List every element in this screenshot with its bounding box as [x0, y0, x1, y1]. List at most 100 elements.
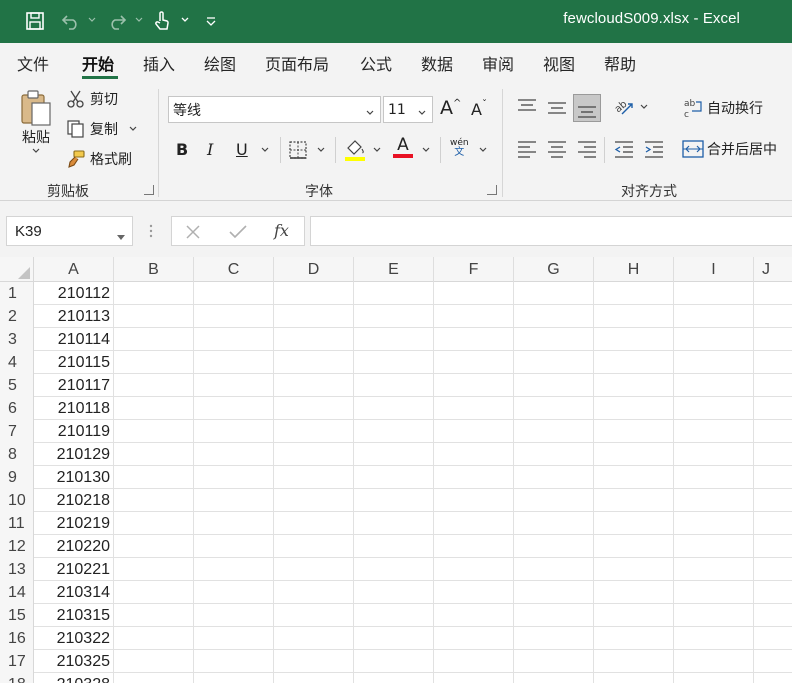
insert-function-button[interactable]: fx — [274, 221, 289, 240]
copy-button[interactable]: 复制 — [66, 119, 138, 139]
cell-a[interactable]: 210119 — [34, 420, 114, 443]
top-align-button[interactable] — [516, 97, 538, 117]
row-header[interactable]: 15 — [0, 604, 34, 627]
select-all-button[interactable] — [0, 257, 34, 282]
tab-data[interactable]: 数据 — [421, 51, 453, 75]
cell-a[interactable]: 210113 — [34, 305, 114, 328]
tab-file[interactable]: 文件 — [17, 51, 49, 75]
underline-button[interactable]: U — [236, 140, 248, 159]
cut-button[interactable]: 剪切 — [66, 89, 118, 109]
paste-button[interactable]: 粘贴 — [14, 89, 58, 155]
cell-a[interactable]: 210129 — [34, 443, 114, 466]
cell-a[interactable]: 210114 — [34, 328, 114, 351]
tab-insert[interactable]: 插入 — [143, 51, 175, 75]
cell-a[interactable]: 210314 — [34, 581, 114, 604]
align-right-button[interactable] — [576, 139, 598, 159]
tab-draw[interactable]: 绘图 — [204, 51, 236, 75]
merge-center-button[interactable]: 合并后居中 — [682, 139, 777, 159]
borders-button[interactable] — [288, 140, 308, 160]
column-header-d[interactable]: D — [274, 257, 354, 282]
formula-input[interactable] — [310, 216, 792, 246]
tab-review[interactable]: 审阅 — [482, 51, 514, 75]
row-header[interactable]: 12 — [0, 535, 34, 558]
row-header[interactable]: 9 — [0, 466, 34, 489]
cell-a[interactable]: 210115 — [34, 351, 114, 374]
row-header[interactable]: 10 — [0, 489, 34, 512]
touch-mode-icon[interactable] — [150, 9, 174, 33]
tab-help[interactable]: 帮助 — [604, 51, 636, 75]
increase-indent-button[interactable] — [643, 139, 665, 159]
column-header-h[interactable]: H — [594, 257, 674, 282]
underline-dropdown-icon[interactable] — [260, 146, 270, 154]
cell-a[interactable]: 210315 — [34, 604, 114, 627]
touch-mode-dropdown-icon[interactable] — [180, 14, 190, 28]
wrap-text-button[interactable]: ab c 自动换行 — [684, 97, 763, 119]
cell-a[interactable]: 210328 — [34, 673, 114, 683]
row-header[interactable]: 14 — [0, 581, 34, 604]
row-header[interactable]: 3 — [0, 328, 34, 351]
format-painter-button[interactable]: 格式刷 — [66, 149, 132, 169]
phonetic-dropdown-icon[interactable] — [478, 146, 488, 154]
row-header[interactable]: 18 — [0, 673, 34, 683]
column-header-c[interactable]: C — [194, 257, 274, 282]
column-header-g[interactable]: G — [514, 257, 594, 282]
row-header[interactable]: 16 — [0, 627, 34, 650]
tab-formulas[interactable]: 公式 — [360, 51, 392, 75]
row-header[interactable]: 7 — [0, 420, 34, 443]
cell-a[interactable]: 210220 — [34, 535, 114, 558]
paste-dropdown-icon[interactable] — [31, 147, 41, 155]
cell-a[interactable]: 210117 — [34, 374, 114, 397]
bottom-align-button[interactable] — [573, 94, 601, 122]
font-size-dropdown-icon[interactable] — [417, 105, 427, 121]
row-header[interactable]: 17 — [0, 650, 34, 673]
spreadsheet-grid[interactable]: A B C D E F G H I J 1 210112 2 210113 3 21011… — [0, 257, 792, 683]
row-header[interactable]: 11 — [0, 512, 34, 535]
customize-icon[interactable] — [202, 9, 220, 33]
cell-a[interactable]: 210322 — [34, 627, 114, 650]
cell-a[interactable]: 210218 — [34, 489, 114, 512]
column-header-e[interactable]: E — [354, 257, 434, 282]
copy-dropdown-icon[interactable] — [128, 125, 138, 133]
column-header-b[interactable]: B — [114, 257, 194, 282]
orientation-button[interactable]: ab — [612, 96, 649, 118]
row-header[interactable]: 4 — [0, 351, 34, 374]
row-header[interactable]: 8 — [0, 443, 34, 466]
phonetic-guide-button[interactable]: wén 文 — [450, 138, 469, 158]
fill-color-button[interactable] — [344, 138, 366, 162]
font-color-dropdown-icon[interactable] — [421, 146, 431, 154]
orientation-dropdown-icon[interactable] — [639, 103, 649, 111]
row-header[interactable]: 2 — [0, 305, 34, 328]
grow-font-button[interactable]: A ^ — [440, 97, 461, 119]
formula-bar-splitter-icon[interactable] — [149, 223, 153, 239]
font-size-select[interactable]: 11 — [383, 96, 433, 123]
row-header[interactable]: 13 — [0, 558, 34, 581]
cancel-icon[interactable] — [184, 223, 202, 245]
italic-button[interactable]: I — [207, 140, 213, 159]
cell-a[interactable]: 210219 — [34, 512, 114, 535]
align-center-button[interactable] — [546, 139, 568, 159]
row-header[interactable]: 5 — [0, 374, 34, 397]
font-name-select[interactable]: 等线 — [168, 96, 381, 123]
redo-icon[interactable] — [104, 9, 130, 33]
font-name-dropdown-icon[interactable] — [365, 105, 375, 121]
undo-icon[interactable] — [58, 9, 84, 33]
tab-view[interactable]: 视图 — [543, 51, 575, 75]
cell-a[interactable]: 210221 — [34, 558, 114, 581]
column-header-f[interactable]: F — [434, 257, 514, 282]
save-icon[interactable] — [22, 9, 48, 33]
cell-a[interactable]: 210112 — [34, 282, 114, 305]
align-left-button[interactable] — [516, 139, 538, 159]
tab-page-layout[interactable]: 页面布局 — [265, 51, 329, 75]
shrink-font-button[interactable]: A ˇ — [471, 99, 487, 119]
redo-dropdown-icon[interactable] — [134, 14, 144, 28]
middle-align-button[interactable] — [546, 97, 568, 117]
cell-a[interactable]: 210118 — [34, 397, 114, 420]
column-header-a[interactable]: A — [34, 257, 114, 282]
column-header-j[interactable]: J — [754, 257, 792, 282]
name-box-dropdown-icon[interactable] — [117, 228, 125, 245]
clipboard-dialog-launcher-icon[interactable] — [144, 185, 154, 195]
row-header[interactable]: 6 — [0, 397, 34, 420]
tab-home[interactable]: 开始 — [82, 51, 114, 75]
cell-a[interactable]: 210325 — [34, 650, 114, 673]
enter-check-icon[interactable] — [228, 223, 248, 245]
